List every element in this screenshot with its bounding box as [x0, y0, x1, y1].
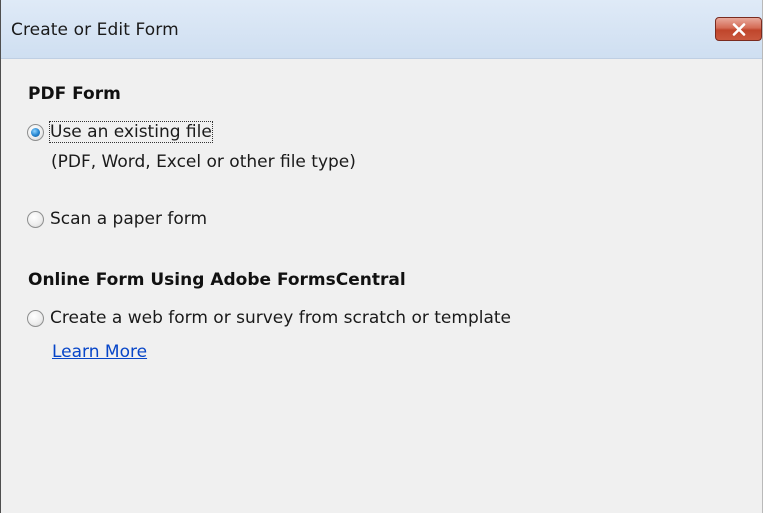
window-title: Create or Edit Form	[11, 20, 179, 40]
close-button[interactable]	[715, 17, 762, 41]
radio-create-web-form[interactable]: Create a web form or survey from scratch…	[27, 306, 511, 330]
create-web-form-label[interactable]: Create a web form or survey from scratch…	[50, 308, 511, 328]
radio-button[interactable]	[27, 309, 44, 327]
pdf-form-heading: PDF Form	[28, 84, 121, 104]
radio-button-selected[interactable]	[27, 123, 44, 141]
create-edit-form-dialog: Create or Edit Form PDF Form Use an exis…	[0, 0, 763, 513]
use-existing-file-label[interactable]: Use an existing file	[49, 121, 213, 143]
existing-file-description: (PDF, Word, Excel or other file type)	[51, 152, 356, 172]
learn-more-link[interactable]: Learn More	[52, 342, 147, 362]
title-bar: Create or Edit Form	[1, 0, 762, 59]
online-form-heading: Online Form Using Adobe FormsCentral	[28, 270, 406, 290]
close-icon	[732, 23, 746, 36]
radio-button[interactable]	[27, 210, 44, 228]
scan-paper-form-label[interactable]: Scan a paper form	[50, 209, 207, 229]
radio-scan-paper-form[interactable]: Scan a paper form	[27, 207, 207, 231]
radio-use-existing-file[interactable]: Use an existing file	[27, 120, 213, 144]
